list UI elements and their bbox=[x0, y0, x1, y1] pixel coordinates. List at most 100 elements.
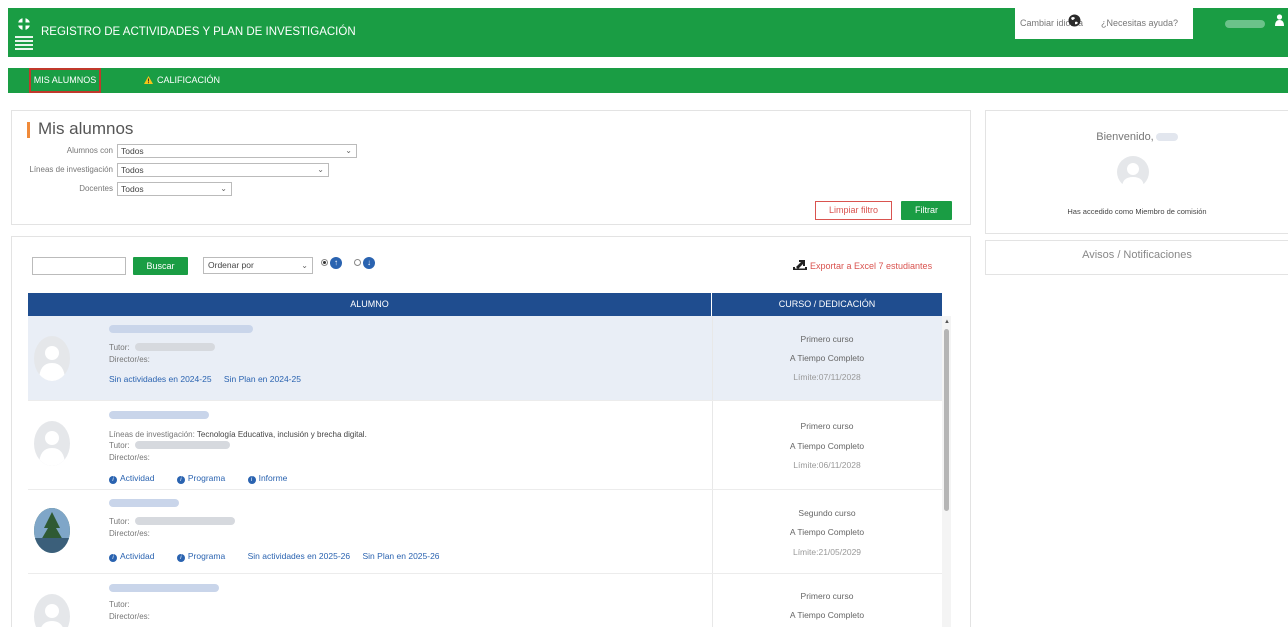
limit-date: Límite:06/11/2028 bbox=[793, 460, 861, 470]
no-plan-link[interactable]: Sin Plan en 2024-25 bbox=[224, 374, 301, 384]
table-row[interactable]: Tutor: Director/es: Primero curso A Tiem… bbox=[28, 574, 942, 627]
docentes-select[interactable]: Todos ⌄ bbox=[117, 182, 232, 196]
course-year: Primero curso bbox=[800, 334, 854, 344]
app-title: REGISTRO DE ACTIVIDADES Y PLAN DE INVEST… bbox=[41, 26, 356, 38]
filter-label: Líneas de investigación bbox=[29, 165, 113, 174]
director-label: Director/es: bbox=[109, 529, 150, 538]
dedication: A Tiempo Completo bbox=[789, 610, 865, 620]
lineas-select[interactable]: Todos ⌄ bbox=[117, 163, 329, 177]
link-label: Actividad bbox=[120, 551, 155, 561]
avatar bbox=[34, 336, 70, 381]
sort-asc-radio[interactable] bbox=[321, 259, 328, 266]
tutor-name-redacted bbox=[135, 343, 215, 351]
tutor-label: Tutor: bbox=[109, 600, 130, 609]
order-by-select[interactable]: Ordenar por ⌄ bbox=[203, 257, 313, 274]
notifications-panel: Avisos / Notificaciones bbox=[985, 240, 1288, 275]
search-button[interactable]: Buscar bbox=[133, 257, 188, 275]
dedication: A Tiempo Completo bbox=[789, 441, 865, 451]
student-name-redacted bbox=[109, 325, 253, 333]
link-label: Programa bbox=[187, 551, 226, 561]
warning-icon bbox=[144, 76, 153, 84]
director-label: Director/es: bbox=[109, 453, 150, 462]
tutor-label: Tutor: bbox=[109, 517, 130, 526]
tutor-label: Tutor: bbox=[109, 343, 130, 352]
chevron-down-icon: ⌄ bbox=[220, 184, 227, 193]
no-plan-link[interactable]: Sin Plan en 2025-26 bbox=[363, 551, 440, 561]
no-activities-link[interactable]: Sin actividades en 2025-26 bbox=[248, 551, 351, 561]
user-name-redacted bbox=[1225, 20, 1265, 28]
row-links: i Actividad i Programa Sin actividades en … bbox=[109, 551, 450, 562]
nav-calificacion-label: CALIFICACIÓN bbox=[157, 75, 221, 85]
sort-ascending-icon: ↑ bbox=[330, 257, 342, 269]
select-value: Todos bbox=[121, 146, 144, 156]
search-input[interactable] bbox=[32, 257, 126, 275]
main-nav: MIS ALUMNOS CALIFICACIÓN bbox=[8, 68, 1288, 93]
course-year: Primero curso bbox=[800, 591, 854, 601]
filter-panel: Mis alumnos Alumnos con Todos ⌄ Líneas d… bbox=[11, 110, 971, 225]
clear-filter-button[interactable]: Limpiar filtro bbox=[815, 201, 892, 220]
limit-date: Límite:21/05/2029 bbox=[792, 547, 862, 557]
select-value: Todos bbox=[121, 184, 144, 194]
tutor-text: Tutor: bbox=[109, 343, 130, 352]
column-header-curso[interactable]: CURSO / DEDICACIÓN bbox=[712, 293, 942, 316]
table-row[interactable]: Tutor: Director/es: Sin actividades en 2… bbox=[28, 316, 942, 401]
heading-accent bbox=[27, 122, 30, 138]
activity-link[interactable]: i Actividad bbox=[109, 551, 165, 562]
filter-docentes: Docentes Todos ⌄ bbox=[12, 182, 362, 196]
dedication: A Tiempo Completo bbox=[789, 527, 865, 537]
avatar bbox=[34, 594, 70, 627]
globe-icon: i bbox=[176, 554, 185, 562]
chevron-down-icon: ⌄ bbox=[345, 146, 352, 155]
student-name-redacted bbox=[109, 499, 179, 507]
export-excel-link[interactable]: Exportar a Excel 7 estudiantes bbox=[792, 259, 932, 271]
globe-icon: i bbox=[176, 476, 185, 484]
limit-date: Límite:07/11/2028 bbox=[793, 372, 861, 382]
scrollbar-thumb[interactable] bbox=[944, 329, 949, 511]
research-lines: Líneas de investigación: Tecnología Educ… bbox=[109, 430, 367, 439]
globe-icon[interactable] bbox=[1068, 14, 1081, 27]
top-header: REGISTRO DE ACTIVIDADES Y PLAN DE INVEST… bbox=[8, 8, 1288, 57]
column-header-alumno[interactable]: ALUMNO bbox=[28, 293, 712, 316]
activity-link[interactable]: i Actividad bbox=[109, 473, 165, 484]
row-links: i Actividad i Programa i Informe bbox=[109, 473, 307, 484]
avatar bbox=[34, 508, 70, 553]
sort-desc-radio[interactable] bbox=[354, 259, 361, 266]
nav-mis-alumnos[interactable]: MIS ALUMNOS bbox=[29, 68, 101, 93]
filter-label: Docentes bbox=[79, 184, 113, 193]
filter-lineas: Líneas de investigación Todos ⌄ bbox=[12, 163, 362, 177]
nav-calificacion[interactable]: CALIFICACIÓN bbox=[144, 68, 220, 93]
user-icon[interactable] bbox=[1275, 14, 1284, 26]
student-name-redacted bbox=[109, 411, 209, 419]
globe-icon: i bbox=[109, 476, 117, 484]
notifications-title[interactable]: Avisos / Notificaciones bbox=[986, 249, 1288, 261]
scroll-up-arrow-icon[interactable]: ▲ bbox=[944, 319, 950, 325]
row-links: Sin actividades en 2024-25 Sin Plan en 2… bbox=[109, 374, 311, 384]
table-row[interactable]: Líneas de investigación: Tecnología Educ… bbox=[28, 401, 942, 490]
filter-button[interactable]: Filtrar bbox=[901, 201, 952, 220]
students-table-body: Tutor: Director/es: Sin actividades en 2… bbox=[28, 316, 942, 627]
director-label: Director/es: bbox=[109, 612, 150, 621]
students-panel: Buscar Ordenar por ⌄ ↑ ↓ Exportar a Exce… bbox=[11, 236, 971, 627]
welcome-label: Bienvenido, bbox=[1096, 131, 1154, 143]
export-label: Exportar a Excel 7 estudiantes bbox=[810, 261, 933, 271]
help-link[interactable]: ¿Necesitas ayuda? bbox=[1101, 18, 1178, 28]
tutor-name-redacted bbox=[135, 441, 230, 449]
welcome-panel: Bienvenido, Has accedido como Miembro de… bbox=[985, 110, 1288, 234]
chevron-down-icon: ⌄ bbox=[301, 261, 308, 270]
dedication: A Tiempo Completo bbox=[789, 353, 865, 363]
filter-alumnos-con: Alumnos con Todos ⌄ bbox=[12, 144, 362, 158]
program-link[interactable]: i Programa bbox=[176, 551, 235, 562]
report-link[interactable]: i Informe bbox=[247, 473, 298, 484]
director-label: Director/es: bbox=[109, 355, 150, 364]
program-link[interactable]: i Programa bbox=[176, 473, 235, 484]
no-activities-link[interactable]: Sin actividades en 2024-25 bbox=[109, 374, 212, 384]
research-lines-label: Líneas de investigación: bbox=[109, 430, 195, 439]
export-icon bbox=[793, 260, 807, 270]
globe-icon: i bbox=[247, 476, 256, 484]
student-name-redacted bbox=[109, 584, 219, 592]
alumnos-con-select[interactable]: Todos ⌄ bbox=[117, 144, 357, 158]
globe-icon: i bbox=[109, 554, 117, 562]
link-label: Actividad bbox=[120, 473, 155, 483]
table-row[interactable]: Tutor: Director/es: i Actividad i Programa… bbox=[28, 490, 942, 574]
chevron-down-icon: ⌄ bbox=[317, 165, 324, 174]
